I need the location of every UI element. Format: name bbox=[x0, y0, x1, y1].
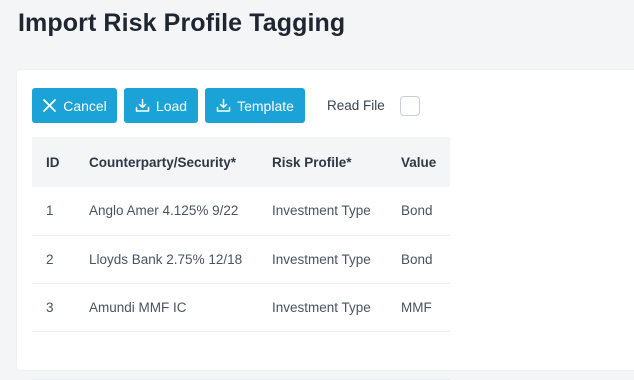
cell-risk-profile bbox=[258, 331, 387, 379]
cell-counterparty: Lloyds Bank 2.75% 12/18 bbox=[89, 251, 243, 267]
read-file-checkbox[interactable] bbox=[399, 95, 420, 116]
load-button-label: Load bbox=[155, 97, 188, 114]
download-icon bbox=[135, 98, 150, 113]
close-icon bbox=[42, 98, 57, 113]
cell-id: 2 bbox=[46, 251, 54, 267]
cell-value: Bond bbox=[401, 203, 433, 219]
read-file-label: Read File bbox=[327, 98, 385, 113]
page-title: Import Risk Profile Tagging bbox=[18, 9, 346, 37]
cell-risk-profile: Investment Type bbox=[272, 251, 371, 267]
risk-profile-table: ID Counterparty/Security* Risk Profile* … bbox=[32, 137, 450, 380]
column-header-id[interactable]: ID bbox=[32, 137, 75, 187]
cell-id bbox=[32, 331, 75, 379]
cell-risk-profile: Investment Type bbox=[272, 299, 371, 315]
cell-id: 1 bbox=[46, 203, 54, 219]
cell-value bbox=[387, 331, 450, 379]
column-header-risk-profile[interactable]: Risk Profile* bbox=[258, 137, 387, 187]
template-button[interactable]: Template bbox=[205, 88, 305, 123]
import-card: Cancel Load Template Read File ID Counte… bbox=[17, 70, 634, 379]
cell-counterparty: Amundi MMF IC bbox=[89, 299, 187, 315]
table-row[interactable] bbox=[32, 331, 450, 379]
cell-counterparty bbox=[75, 331, 258, 379]
load-button[interactable]: Load bbox=[124, 88, 198, 123]
table-row[interactable]: 2 Lloyds Bank 2.75% 12/18 Investment Typ… bbox=[32, 235, 450, 283]
column-header-value[interactable]: Value bbox=[387, 137, 450, 187]
table-header-row: ID Counterparty/Security* Risk Profile* … bbox=[32, 137, 450, 187]
cancel-button-label: Cancel bbox=[63, 97, 107, 114]
cell-value: MMF bbox=[401, 299, 432, 315]
cancel-button[interactable]: Cancel bbox=[32, 88, 117, 123]
cell-risk-profile: Investment Type bbox=[272, 203, 371, 219]
read-file-control: Read File bbox=[327, 95, 420, 116]
cell-value: Bond bbox=[401, 251, 433, 267]
cell-id: 3 bbox=[46, 299, 54, 315]
table-row[interactable]: 1 Anglo Amer 4.125% 9/22 Investment Type… bbox=[32, 187, 450, 235]
table-row[interactable]: 3 Amundi MMF IC Investment Type MMF bbox=[32, 283, 450, 331]
column-header-counterparty[interactable]: Counterparty/Security* bbox=[75, 137, 258, 187]
toolbar: Cancel Load Template Read File bbox=[32, 88, 420, 123]
download-icon bbox=[216, 98, 231, 113]
template-button-label: Template bbox=[237, 97, 294, 114]
cell-counterparty: Anglo Amer 4.125% 9/22 bbox=[89, 203, 239, 219]
